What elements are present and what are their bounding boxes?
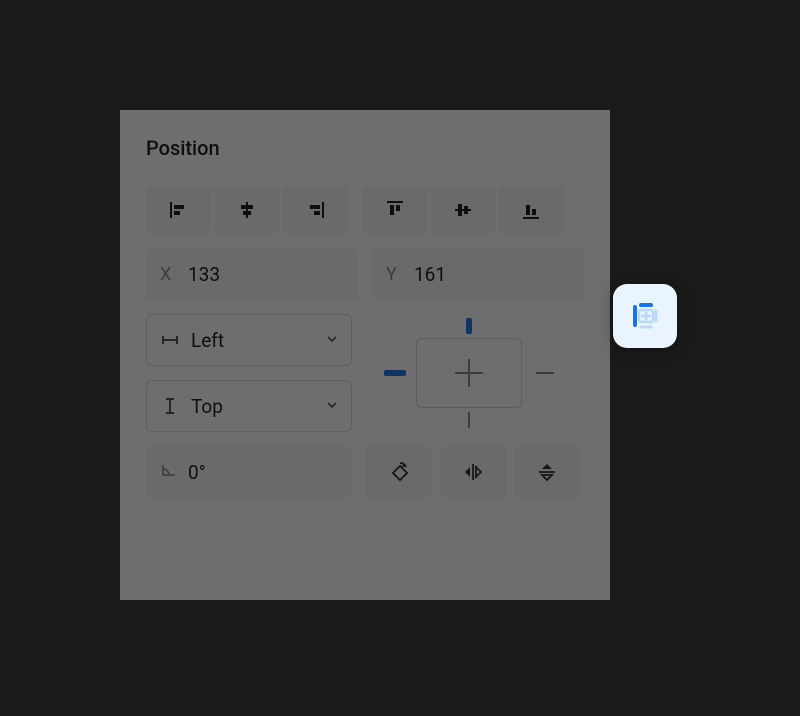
absolute-position-button[interactable] <box>613 284 677 348</box>
rotation-field[interactable]: 0° <box>146 446 352 498</box>
rotate-90-button[interactable] <box>366 446 432 498</box>
align-left-icon <box>167 198 191 222</box>
align-bottom-icon <box>519 198 543 222</box>
horizontal-constraint-select[interactable]: Left <box>146 314 352 366</box>
constraint-diagram[interactable] <box>366 314 572 432</box>
constraint-right-indicator[interactable] <box>536 372 554 374</box>
constraint-bottom-indicator[interactable] <box>468 412 470 428</box>
vertical-constraint-label: Top <box>191 395 223 418</box>
align-right-icon <box>303 198 327 222</box>
rotation-value: 0° <box>188 461 206 484</box>
position-panel: Position X 133 <box>120 110 610 600</box>
coordinates-row: X 133 Y 161 <box>146 248 584 300</box>
align-hcenter-button[interactable] <box>214 186 280 234</box>
constraint-left-indicator[interactable] <box>384 370 406 376</box>
constraint-vertical-icon <box>159 396 181 416</box>
flip-horizontal-button[interactable] <box>440 446 506 498</box>
flip-vertical-icon <box>535 460 559 484</box>
y-label: Y <box>386 264 404 285</box>
absolute-position-icon <box>627 298 663 334</box>
constraint-top-indicator[interactable] <box>466 318 472 334</box>
vertical-constraint-select[interactable]: Top <box>146 380 352 432</box>
angle-icon <box>160 461 178 484</box>
x-label: X <box>160 264 178 285</box>
align-vcenter-button[interactable] <box>430 186 496 234</box>
align-right-button[interactable] <box>282 186 348 234</box>
section-title: Position <box>146 136 584 160</box>
constraint-center-v[interactable] <box>468 359 470 387</box>
chevron-down-icon <box>325 331 339 350</box>
flip-horizontal-icon <box>461 460 485 484</box>
x-field[interactable]: X 133 <box>146 248 358 300</box>
align-hcenter-icon <box>235 198 259 222</box>
flip-vertical-button[interactable] <box>514 446 580 498</box>
transform-actions <box>366 446 580 498</box>
horizontal-align-group <box>146 186 348 234</box>
constraints-selects: Left Top <box>146 314 352 432</box>
align-bottom-button[interactable] <box>498 186 564 234</box>
x-value: 133 <box>188 263 220 286</box>
rotate-90-icon <box>387 460 411 484</box>
alignment-row <box>146 186 584 234</box>
horizontal-constraint-label: Left <box>191 329 224 352</box>
align-top-icon <box>383 198 407 222</box>
align-vcenter-icon <box>451 198 475 222</box>
constraint-horizontal-icon <box>159 330 181 350</box>
chevron-down-icon <box>325 397 339 416</box>
constraint-inner-box <box>416 338 522 408</box>
rotation-row: 0° <box>146 446 584 498</box>
y-value: 161 <box>414 263 446 286</box>
y-field[interactable]: Y 161 <box>372 248 584 300</box>
vertical-align-group <box>362 186 564 234</box>
align-left-button[interactable] <box>146 186 212 234</box>
align-top-button[interactable] <box>362 186 428 234</box>
constraints-row: Left Top <box>146 314 584 432</box>
